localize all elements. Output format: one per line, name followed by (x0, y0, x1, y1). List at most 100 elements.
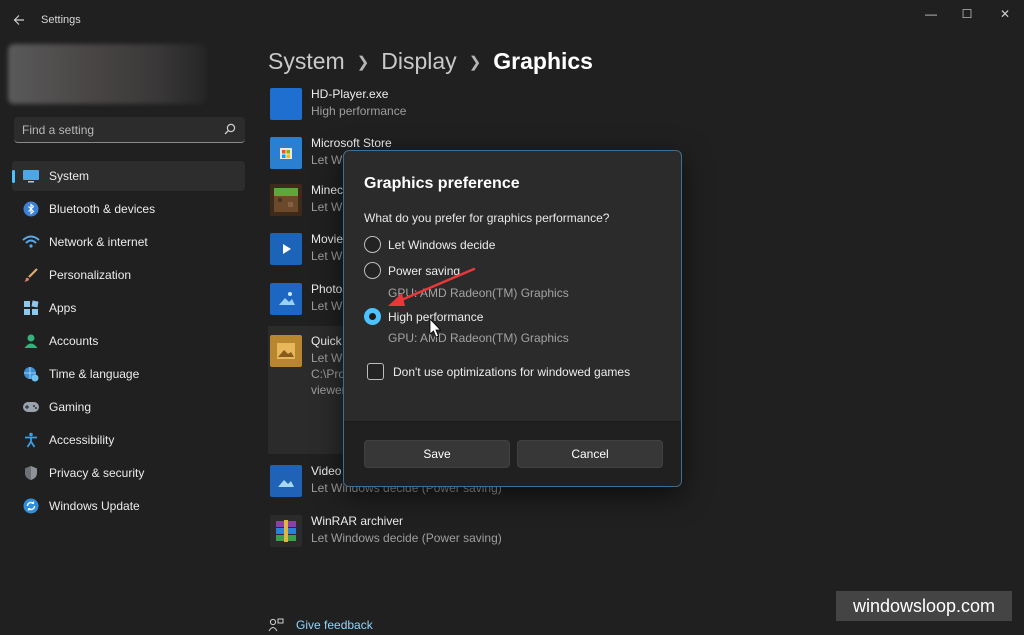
sidebar-item-label: Accounts (49, 334, 99, 348)
wifi-icon (22, 233, 40, 251)
chevron-right-icon: ❯ (468, 53, 482, 71)
save-button[interactable]: Save (364, 440, 510, 468)
app-title: Settings (41, 14, 81, 26)
app-name: HD-Player.exe (311, 87, 389, 101)
high-performance-gpu: GPU: AMD Radeon(TM) Graphics (388, 331, 569, 345)
app-preference: Let Windows decide (Power saving) (311, 531, 502, 545)
sidebar-item-label: System (49, 169, 90, 183)
radio-high-performance[interactable]: High performance (364, 308, 483, 325)
feedback-icon (268, 618, 284, 632)
hd-player-icon (270, 88, 302, 120)
breadcrumb-display[interactable]: Display (381, 48, 456, 75)
sidebar-item-label: Bluetooth & devices (49, 202, 156, 216)
close-button[interactable]: ✕ (982, 0, 1024, 30)
sidebar-item-network[interactable]: Network & internet (12, 227, 245, 257)
sidebar-item-label: Privacy & security (49, 466, 145, 480)
app-preference: Let Wi (311, 153, 346, 167)
video-editor-icon (270, 465, 302, 497)
graphics-preference-dialog: Graphics preference What do you prefer f… (343, 150, 682, 487)
sidebar-item-windows-update[interactable]: Windows Update (12, 491, 245, 521)
app-preference: Let Wi (311, 351, 346, 365)
close-icon: ✕ (999, 7, 1011, 21)
photos-icon (270, 283, 302, 315)
sidebar-item-privacy-security[interactable]: Privacy & security (12, 458, 245, 488)
radio-label: High performance (388, 309, 484, 324)
sidebar-item-label: Personalization (49, 268, 132, 282)
winrar-icon (270, 515, 302, 547)
sidebar-nav: System Bluetooth & devices Network & int… (12, 161, 245, 524)
bluetooth-icon (22, 200, 40, 218)
sidebar-item-personalization[interactable]: Personalization (12, 260, 245, 290)
back-arrow-icon (13, 15, 24, 25)
sidebar-item-label: Windows Update (49, 499, 140, 513)
person-icon (22, 332, 40, 350)
app-name: Movie (311, 232, 344, 246)
sidebar-item-label: Accessibility (49, 433, 115, 447)
dialog-footer: Save Cancel (344, 421, 681, 486)
radio-label: Power saving (388, 263, 461, 278)
app-name: Microsoft Store (311, 136, 392, 150)
user-profile-card[interactable] (8, 44, 206, 104)
title-bar: Settings — ☐ ✕ (0, 0, 1024, 40)
sidebar-item-label: Network & internet (49, 235, 148, 249)
app-preference: High performance (311, 104, 407, 118)
radio-button[interactable] (364, 262, 381, 279)
minimize-icon: — (925, 7, 937, 21)
app-preference: Let Wi (311, 200, 346, 214)
radio-let-windows-decide[interactable]: Let Windows decide (364, 236, 495, 253)
sidebar-item-gaming[interactable]: Gaming (12, 392, 245, 422)
app-preference: Let Wi (311, 249, 346, 263)
globe-clock-icon (22, 365, 40, 383)
sidebar-item-accounts[interactable]: Accounts (12, 326, 245, 356)
checkbox[interactable] (367, 363, 384, 380)
search-box[interactable] (14, 117, 245, 143)
radio-power-saving[interactable]: Power saving (364, 262, 460, 279)
monitor-icon (22, 167, 40, 185)
dialog-title: Graphics preference (364, 175, 520, 192)
give-feedback-link[interactable]: Give feedback (268, 618, 373, 632)
sidebar-item-system[interactable]: System (12, 161, 245, 191)
sidebar-item-time-language[interactable]: Time & language (12, 359, 245, 389)
give-feedback-label: Give feedback (296, 618, 373, 632)
apps-icon (22, 299, 40, 317)
maximize-icon: ☐ (961, 7, 973, 21)
power-saving-gpu: GPU: AMD Radeon(TM) Graphics (388, 286, 569, 300)
store-icon (270, 137, 302, 169)
movies-icon (270, 233, 302, 265)
app-name: Minec (311, 183, 344, 197)
sidebar-item-label: Gaming (49, 400, 92, 414)
update-icon (22, 497, 40, 515)
sidebar-item-label: Time & language (49, 367, 140, 381)
radio-label: Let Windows decide (388, 237, 496, 252)
quick-look-icon (270, 335, 302, 367)
radio-button[interactable] (364, 236, 381, 253)
breadcrumb: System ❯ Display ❯ Graphics (268, 48, 593, 75)
page-title: Graphics (493, 48, 593, 74)
back-button[interactable] (8, 9, 30, 31)
cancel-button[interactable]: Cancel (517, 440, 663, 468)
app-name: Video (311, 464, 342, 478)
sidebar-item-apps[interactable]: Apps (12, 293, 245, 323)
brush-icon (22, 266, 40, 284)
app-name: WinRAR archiver (311, 514, 404, 528)
chevron-right-icon: ❯ (356, 53, 370, 71)
search-input[interactable] (14, 117, 214, 142)
app-path: C:\Pro (311, 367, 346, 381)
sidebar-item-bluetooth[interactable]: Bluetooth & devices (12, 194, 245, 224)
sidebar-item-label: Apps (49, 301, 77, 315)
app-name: Quick (311, 334, 342, 348)
accessibility-icon (22, 431, 40, 449)
watermark: windowsloop.com (836, 591, 1012, 621)
search-icon[interactable] (224, 123, 236, 135)
app-path-cont: viewer (311, 383, 346, 397)
dialog-question: What do you prefer for graphics performa… (364, 211, 610, 225)
radio-button-selected[interactable] (364, 308, 381, 325)
breadcrumb-system[interactable]: System (268, 48, 345, 75)
app-preference: Let Wi (311, 299, 346, 313)
gamepad-icon (22, 398, 40, 416)
shield-icon (22, 464, 40, 482)
windowed-games-option[interactable]: Don't use optimizations for windowed gam… (367, 363, 630, 380)
sidebar-item-accessibility[interactable]: Accessibility (12, 425, 245, 455)
minecraft-icon (270, 184, 302, 216)
checkbox-label: Don't use optimizations for windowed gam… (393, 364, 631, 379)
